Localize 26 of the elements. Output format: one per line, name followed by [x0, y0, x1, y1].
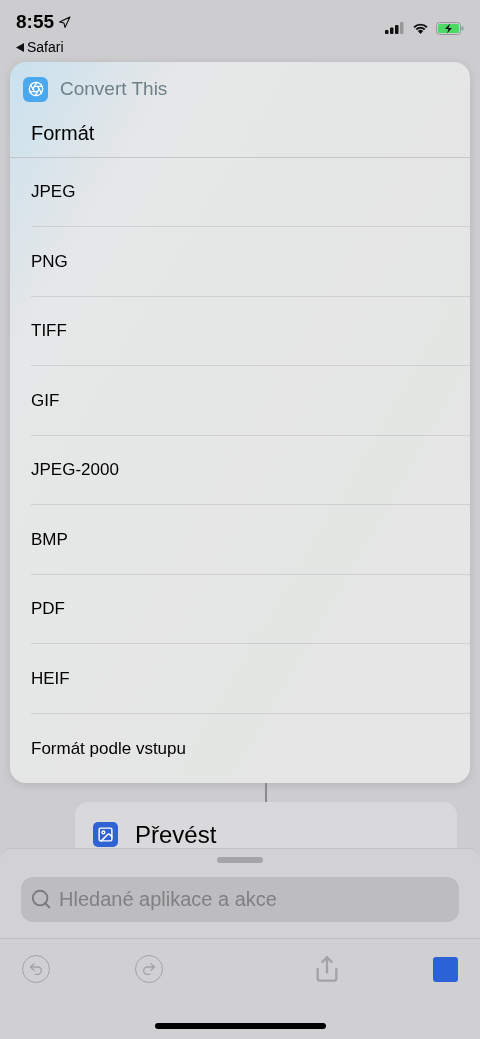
stop-button[interactable]: [433, 956, 458, 982]
signal-icon: [385, 22, 405, 34]
app-name: Convert This: [60, 77, 168, 101]
action-title: Převést: [135, 822, 217, 848]
format-option[interactable]: GIF: [31, 387, 60, 413]
app-icon: [23, 76, 48, 102]
format-option[interactable]: PDF: [31, 596, 65, 622]
format-option[interactable]: JPEG-2000: [31, 457, 119, 483]
wifi-icon: [412, 22, 429, 34]
back-triangle-icon: [16, 42, 24, 52]
status-time: 8:55: [16, 10, 55, 34]
action-card[interactable]: Převést: [75, 802, 457, 848]
search-field[interactable]: Hledané aplikace a akce: [21, 877, 459, 922]
popup-title: Formát: [31, 120, 96, 146]
location-icon: [58, 15, 72, 29]
battery-charging-icon: [436, 21, 464, 35]
back-to-app-link[interactable]: Safari: [27, 36, 64, 58]
search-icon: [30, 888, 52, 910]
format-option[interactable]: HEIF: [31, 665, 70, 691]
format-option[interactable]: PNG: [31, 248, 68, 274]
drag-handle[interactable]: [217, 857, 263, 863]
format-option[interactable]: JPEG: [31, 179, 76, 205]
format-option[interactable]: Formát podle vstupu: [31, 735, 186, 761]
format-option[interactable]: TIFF: [31, 318, 67, 344]
format-option[interactable]: BMP: [31, 526, 68, 552]
image-action-icon: [93, 822, 118, 847]
